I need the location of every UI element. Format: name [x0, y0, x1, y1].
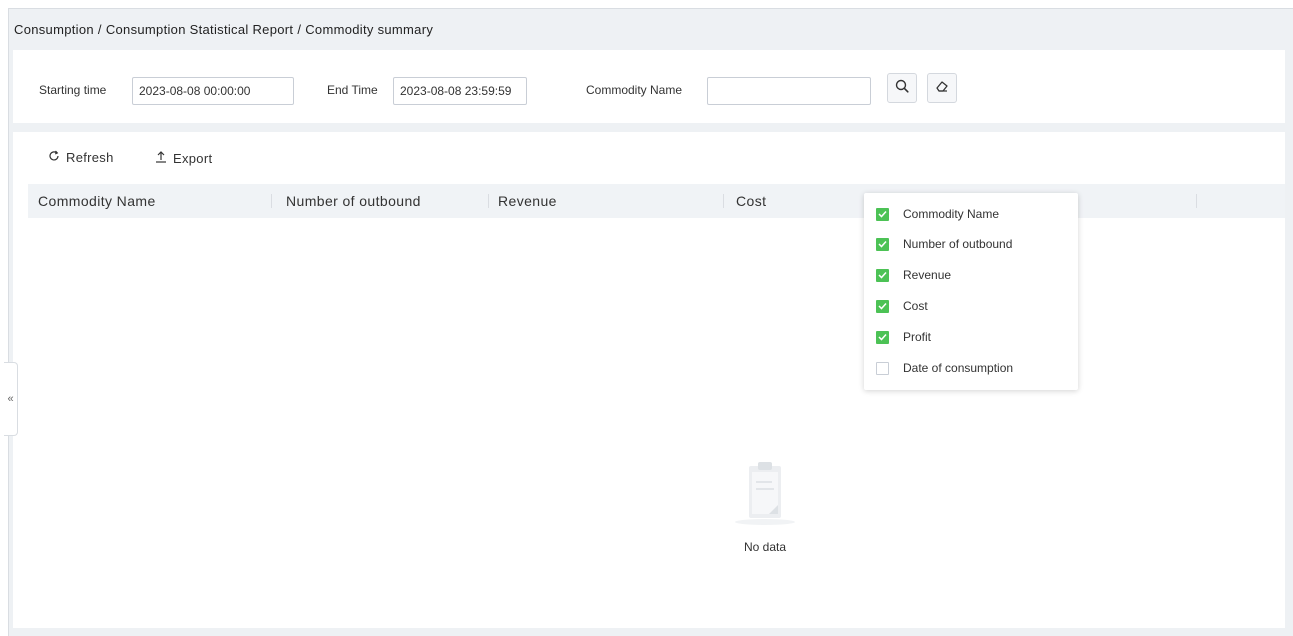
export-label: Export: [173, 150, 213, 166]
column-option-profit[interactable]: Profit: [876, 328, 931, 346]
column-header-number-of-outbound[interactable]: Number of outbound: [286, 193, 421, 209]
starting-time-input[interactable]: [132, 77, 294, 105]
column-header-commodity-name[interactable]: Commodity Name: [38, 193, 156, 209]
double-chevron-left-icon: «: [7, 393, 14, 405]
breadcrumb-separator: /: [297, 22, 302, 37]
checkbox-unchecked[interactable]: [876, 361, 889, 375]
breadcrumb-separator: /: [97, 22, 102, 37]
checkbox-checked[interactable]: [876, 237, 889, 251]
column-option-label: Revenue: [903, 268, 952, 282]
breadcrumb-item-consumption[interactable]: Consumption: [14, 22, 94, 37]
search-icon: [895, 79, 909, 98]
export-button[interactable]: Export: [155, 150, 212, 166]
end-time-input[interactable]: [393, 77, 527, 105]
column-option-date-of-consumption[interactable]: Date of consumption: [876, 359, 1013, 377]
column-divider[interactable]: [271, 194, 272, 208]
column-option-label: Date of consumption: [903, 361, 1014, 375]
column-option-cost[interactable]: Cost: [876, 297, 928, 315]
column-header-revenue[interactable]: Revenue: [498, 193, 557, 209]
refresh-icon: [48, 150, 66, 165]
refresh-button[interactable]: Refresh: [48, 150, 114, 165]
sidebar-collapse-toggle[interactable]: «: [4, 362, 18, 436]
column-option-label: Cost: [903, 299, 928, 313]
breadcrumb-item-report[interactable]: Consumption Statistical Report: [106, 22, 293, 37]
breadcrumb-item-current: Commodity summary: [305, 22, 434, 37]
search-panel: Starting time End Time Commodity Name: [13, 50, 1285, 123]
eraser-icon: [935, 79, 949, 98]
empty-state-icon: [725, 456, 805, 533]
column-option-commodity-name[interactable]: Commodity Name: [876, 205, 999, 223]
column-divider[interactable]: [488, 194, 489, 208]
column-picker-popup: Commodity Name Number of outbound Revenu…: [864, 193, 1078, 390]
commodity-name-input[interactable]: [707, 77, 871, 105]
checkbox-checked[interactable]: [876, 330, 889, 344]
commodity-name-label: Commodity Name: [586, 83, 683, 97]
content-panel: Refresh Export Commodity Name Number of …: [13, 132, 1285, 628]
search-button[interactable]: [887, 73, 917, 103]
column-option-label: Commodity Name: [903, 207, 1000, 221]
empty-state-text: No data: [743, 540, 787, 554]
checkbox-checked[interactable]: [876, 268, 889, 282]
column-divider[interactable]: [1196, 194, 1197, 208]
end-time-label: End Time: [327, 83, 378, 97]
checkbox-checked[interactable]: [876, 299, 889, 313]
clear-button[interactable]: [927, 73, 957, 103]
starting-time-label: Starting time: [39, 83, 107, 97]
column-option-revenue[interactable]: Revenue: [876, 266, 951, 284]
column-option-number-of-outbound[interactable]: Number of outbound: [876, 235, 1012, 253]
column-divider[interactable]: [723, 194, 724, 208]
column-header-cost[interactable]: Cost: [736, 193, 766, 209]
checkbox-checked[interactable]: [876, 207, 889, 221]
export-icon: [155, 150, 173, 166]
refresh-label: Refresh: [66, 150, 114, 165]
column-option-label: Number of outbound: [903, 237, 1013, 251]
breadcrumb: Consumption / Consumption Statistical Repo…: [14, 22, 433, 37]
column-option-label: Profit: [903, 330, 932, 344]
table-header: Commodity Name Number of outbound Revenu…: [28, 184, 1285, 218]
